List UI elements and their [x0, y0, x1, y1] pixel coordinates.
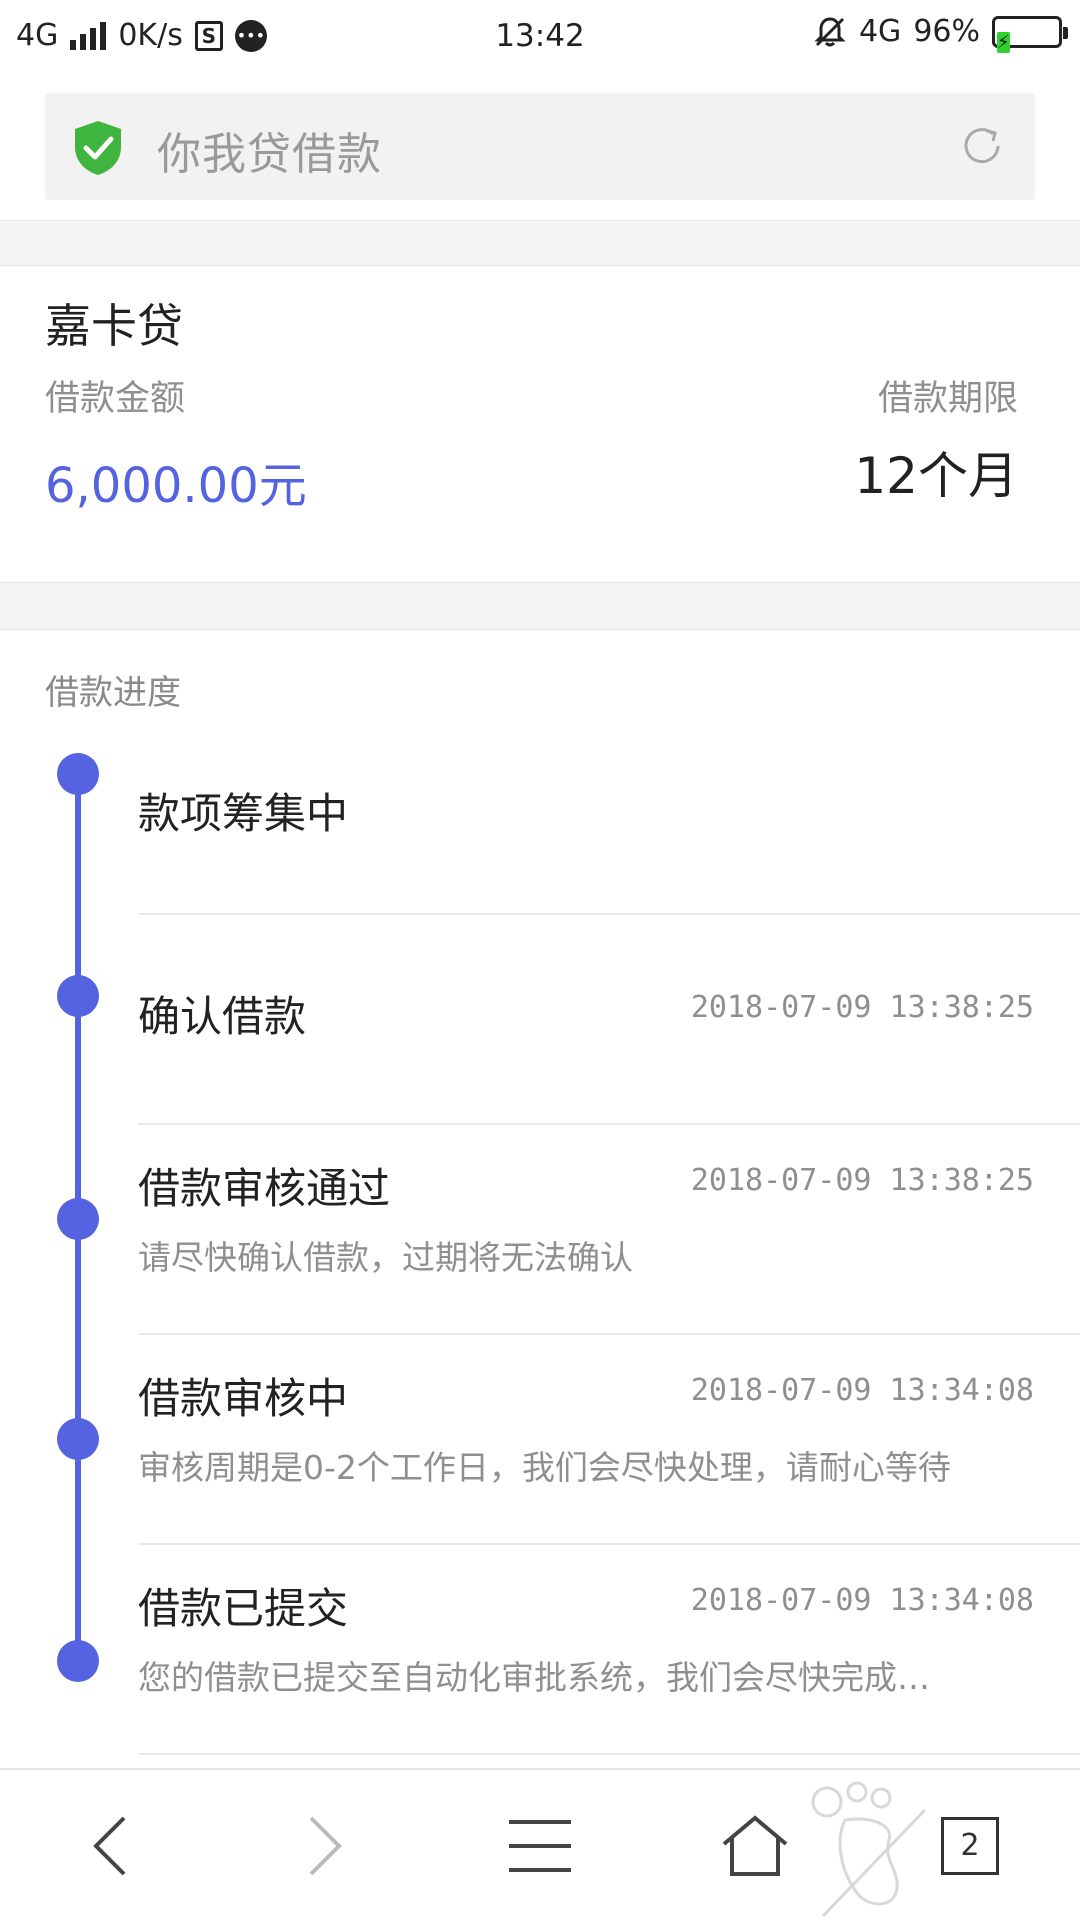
tab-count: 2 [941, 1817, 999, 1875]
step-time: 2018-07-09 13:34:08 [690, 1373, 1034, 1408]
progress-step: 借款审核中 2018-07-09 13:34:08 审核周期是0-2个工作日，我… [138, 1335, 1080, 1545]
step-title: 借款已提交 [138, 1584, 349, 1633]
loan-product-name: 嘉卡贷 [45, 299, 183, 353]
timeline-dot [57, 1640, 99, 1682]
step-description: 审核周期是0-2个工作日，我们会尽快处理，请耐心等待 [138, 1448, 951, 1487]
loan-summary-card: 嘉卡贷 借款金额 借款期限 6,000.00元 12个月 [0, 266, 1080, 582]
forward-button[interactable] [275, 1770, 375, 1920]
step-time: 2018-07-09 13:38:25 [690, 1163, 1034, 1198]
back-button[interactable] [60, 1770, 160, 1920]
bell-muted-icon [814, 16, 846, 46]
progress-title: 借款进度 [45, 673, 181, 713]
battery-percent: 96% [913, 14, 980, 49]
timeline-dot [57, 753, 99, 795]
loan-progress-section: 借款进度 款项筹集中 确认借款 2018-07-09 13:38:25 借款审核… [0, 630, 1080, 1755]
network-label-right: 4G [858, 14, 902, 49]
loan-amount-value: 6,000.00元 [45, 458, 307, 514]
timeline-dot [57, 1198, 99, 1240]
forward-icon [309, 1816, 342, 1876]
footprint-watermark-icon [811, 1781, 927, 1918]
menu-button[interactable] [490, 1770, 590, 1920]
step-title: 借款审核通过 [138, 1164, 391, 1213]
step-description: 请尽快确认借款，过期将无法确认 [138, 1238, 633, 1277]
step-title: 借款审核中 [138, 1374, 349, 1423]
divider [138, 1753, 1080, 1755]
tabs-button[interactable]: 2 [920, 1770, 1020, 1920]
section-spacer [0, 220, 1080, 266]
home-icon [722, 1815, 788, 1876]
loan-term-label: 借款期限 [877, 379, 1018, 419]
shield-check-icon [75, 121, 121, 175]
progress-step: 款项筹集中 [138, 730, 1080, 940]
back-icon [93, 1816, 126, 1876]
step-time: 2018-07-09 13:34:08 [690, 1583, 1034, 1618]
home-button[interactable] [705, 1770, 805, 1920]
loan-term-value: 12个月 [854, 447, 1018, 505]
progress-step: 借款已提交 2018-07-09 13:34:08 您的借款已提交至自动化审批系… [138, 1545, 1080, 1755]
progress-step: 确认借款 2018-07-09 13:38:25 [138, 915, 1080, 1125]
timeline-dot [57, 1418, 99, 1460]
page-title: 你我贷借款 [157, 129, 382, 180]
step-title: 款项筹集中 [138, 789, 349, 838]
step-title: 确认借款 [138, 992, 307, 1041]
loan-amount-label: 借款金额 [45, 379, 186, 419]
status-bar: 4G 0K/s S ••• 13:42 4G 96% ⚡ [0, 0, 1080, 75]
browser-bottom-nav: 2 [0, 1768, 1080, 1920]
battery-icon: ⚡ [992, 15, 1068, 53]
timeline-dot [57, 975, 99, 1017]
status-right: 4G 96% ⚡ [813, 14, 1068, 53]
section-spacer [0, 582, 1080, 630]
progress-step: 借款审核通过 2018-07-09 13:38:25 请尽快确认借款，过期将无法… [138, 1125, 1080, 1335]
address-bar[interactable]: 你我贷借款 [45, 93, 1035, 200]
step-description: 您的借款已提交至自动化审批系统，我们会尽快完成… [138, 1658, 930, 1697]
step-time: 2018-07-09 13:38:25 [690, 990, 1034, 1025]
menu-icon [509, 1820, 571, 1872]
refresh-icon[interactable] [957, 121, 1007, 171]
